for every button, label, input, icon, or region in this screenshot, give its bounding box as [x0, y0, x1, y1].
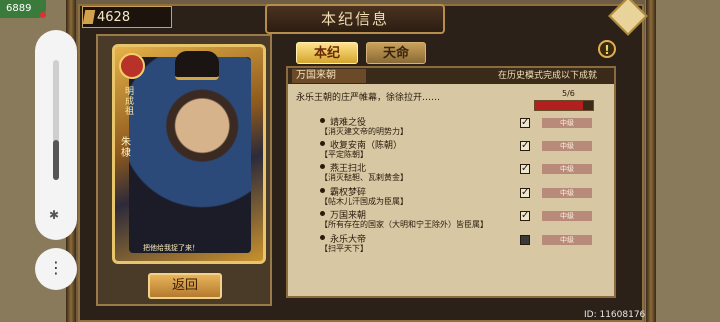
bullet-icon	[320, 235, 325, 240]
unchecked-box-icon	[520, 235, 530, 245]
difficulty-badge: 中级	[542, 118, 592, 128]
notification-dot-icon	[40, 12, 46, 18]
check-icon: ✓	[520, 163, 530, 174]
difficulty-badge: 中级	[542, 211, 592, 221]
bluetooth-icon[interactable]: ✱	[49, 208, 59, 222]
hero-motto: 把他给我捉了来！	[143, 244, 199, 252]
achievement-detail: 【帖木儿汗国成为臣属】	[320, 197, 408, 206]
bullet-icon	[320, 141, 325, 146]
bullet-icon	[320, 211, 325, 216]
progress-text: 5/6	[562, 89, 575, 98]
currency-display: 4628	[82, 6, 172, 28]
hero-portrait	[129, 57, 251, 253]
info-warning-icon[interactable]: !	[598, 40, 616, 58]
tab-tianming[interactable]: 天命	[366, 42, 426, 64]
player-id: ID: 11608176	[584, 310, 646, 320]
achievement-detail: 【所有存在的国家（大明和宁王除外）皆臣属】	[320, 220, 488, 229]
more-options-button[interactable]: ⋮	[35, 248, 77, 290]
achievement-detail: 【消灭鞑靼、瓦剌黄金】	[320, 173, 408, 182]
difficulty-badge: 中级	[542, 141, 592, 151]
achievement-detail: 【消灭建文帝的明势力】	[320, 127, 408, 136]
progress-bar	[534, 100, 594, 111]
check-icon: ✓	[520, 210, 530, 221]
check-icon: ✓	[520, 187, 530, 198]
difficulty-badge: 中级	[542, 235, 592, 245]
currency-amount: 4628	[97, 10, 131, 25]
achievement-detail: 【平定陈朝】	[320, 150, 368, 159]
progress-fill	[535, 101, 584, 110]
panel-hint: 在历史模式完成以下成就	[498, 71, 598, 81]
panel-description: 永乐王朝的庄严帷幕，徐徐拉开……	[296, 93, 441, 103]
right-background	[645, 0, 720, 322]
difficulty-badge: 中级	[542, 164, 592, 174]
seal-icon	[119, 53, 145, 79]
hero-name: 朱棣	[121, 137, 131, 159]
check-icon: ✓	[520, 117, 530, 128]
difficulty-badge: 中级	[542, 188, 592, 198]
achievement-row: 霸权梦碎 【帖木儿汗国成为臣属】 ✓ 中级	[316, 186, 606, 210]
page-title: 本纪信息	[265, 4, 445, 34]
hero-hat	[175, 51, 219, 80]
tab-benji[interactable]: 本纪	[296, 42, 358, 64]
volume-slider[interactable]	[53, 60, 59, 180]
achievement-row: 燕王扫北 【消灭鞑靼、瓦剌黄金】 ✓ 中级	[316, 162, 606, 186]
achievement-row: 永乐大帝 【扫平天下】 中级	[316, 233, 606, 257]
bullet-icon	[320, 118, 325, 123]
bullet-icon	[320, 164, 325, 169]
achievement-row: 收复安南（陈朝） 【平定陈朝】 ✓ 中级	[316, 139, 606, 163]
volume-slider-fill	[53, 140, 59, 180]
check-icon: ✓	[520, 140, 530, 151]
back-button[interactable]: 返回	[148, 273, 222, 299]
bullet-icon	[320, 188, 325, 193]
panel-title: 万国来朝	[292, 69, 366, 83]
hero-side-title: 明成祖	[125, 87, 135, 117]
scroll-edge-right	[646, 0, 656, 322]
achievement-row: 万国来朝 【所有存在的国家（大明和宁王除外）皆臣属】 ✓ 中级	[316, 209, 606, 233]
achievement-row: 靖难之役 【消灭建文帝的明势力】 ✓ 中级	[316, 116, 606, 140]
achievement-detail: 【扫平天下】	[320, 244, 368, 253]
system-side-panel: ✱	[35, 30, 77, 240]
hero-card: 明成祖 朱棣 把他给我捉了来！	[112, 44, 266, 264]
